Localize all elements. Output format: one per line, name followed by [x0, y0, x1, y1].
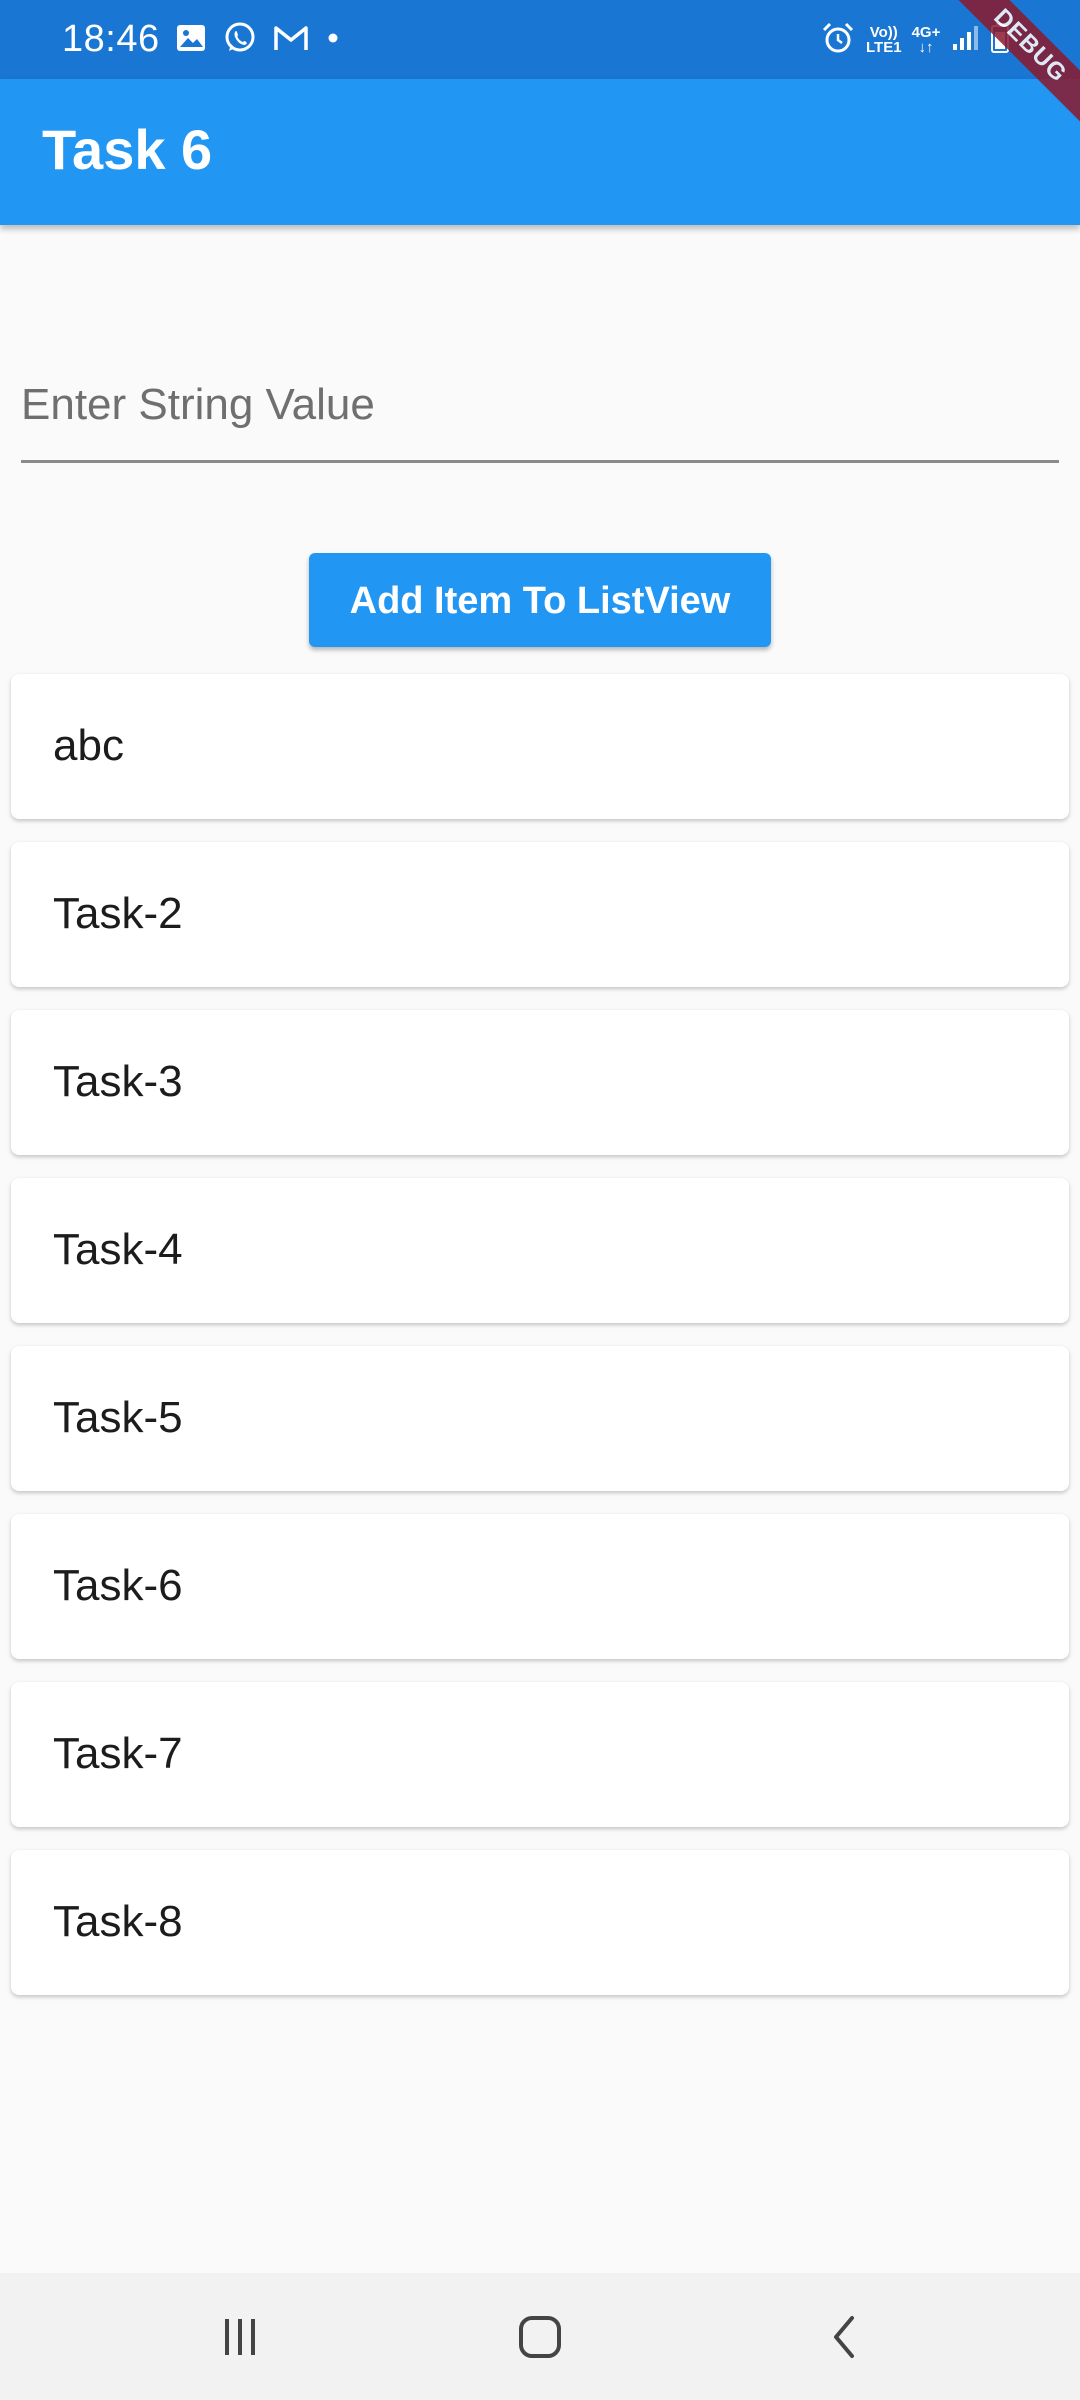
list-item-label: Task-8	[53, 1897, 183, 1946]
app-title: Task 6	[42, 118, 213, 181]
back-button[interactable]	[795, 2297, 895, 2377]
list-item-label: Task-2	[53, 889, 183, 938]
status-left-icons	[174, 20, 342, 60]
navigation-bar	[0, 2273, 1080, 2400]
string-value-field[interactable]	[21, 330, 1059, 463]
status-time: 18:46	[62, 18, 160, 60]
back-icon	[834, 2316, 854, 2358]
text-field-underline	[21, 460, 1059, 463]
volte-icon: Vo)) LTE1	[866, 25, 902, 55]
home-button[interactable]	[490, 2297, 590, 2377]
string-value-input[interactable]	[21, 330, 1059, 460]
network-type-icon: 4G+ ↓↑	[912, 25, 941, 55]
task-list: abc Task-2 Task-3 Task-4 Task-5 Task-6 T…	[11, 674, 1069, 2018]
list-item-label: Task-6	[53, 1561, 183, 1610]
recent-apps-icon	[225, 2319, 255, 2355]
signal-icon	[950, 23, 980, 58]
alarm-icon	[820, 20, 856, 61]
dot-icon	[324, 29, 342, 52]
list-item-label: Task-7	[53, 1729, 183, 1778]
list-item[interactable]: Task-3	[11, 1010, 1069, 1155]
list-item-label: Task-5	[53, 1393, 183, 1442]
list-item-label: Task-4	[53, 1225, 183, 1274]
gmail-icon	[272, 22, 310, 59]
recent-apps-button[interactable]	[190, 2297, 290, 2377]
app-bar: Task 6	[0, 79, 1080, 225]
list-item[interactable]: Task-7	[11, 1682, 1069, 1827]
volte-line2: LTE1	[866, 39, 902, 56]
home-icon	[519, 2316, 561, 2358]
list-item[interactable]: Task-2	[11, 842, 1069, 987]
status-bar: 18:46 Vo)) LTE1 4G+ ↓↑	[0, 0, 1080, 79]
list-item[interactable]: Task-8	[11, 1850, 1069, 1995]
list-item-label: Task-3	[53, 1057, 183, 1106]
list-item-label: abc	[53, 721, 124, 770]
list-item[interactable]: abc	[11, 674, 1069, 819]
add-item-button[interactable]: Add Item To ListView	[309, 553, 771, 647]
status-right-icons: Vo)) LTE1 4G+ ↓↑	[820, 18, 1010, 62]
network-line2: ↓↑	[918, 39, 934, 56]
list-item[interactable]: Task-5	[11, 1346, 1069, 1491]
list-item[interactable]: Task-6	[11, 1514, 1069, 1659]
image-icon	[174, 21, 208, 60]
whatsapp-icon	[222, 20, 258, 61]
list-item[interactable]: Task-4	[11, 1178, 1069, 1323]
